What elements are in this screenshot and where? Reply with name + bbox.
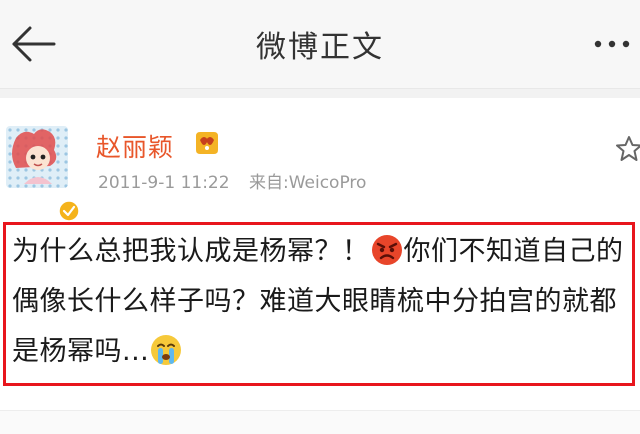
post-text-part1: 为什么总把我认成是杨幂？！	[12, 236, 370, 267]
vip-badge-icon	[196, 132, 218, 154]
author-name[interactable]: 赵丽颖	[96, 128, 174, 164]
crying-emoji-icon	[151, 334, 182, 365]
nav-bar: 微博正文	[0, 0, 640, 89]
post-footer	[0, 410, 640, 434]
page-title: 微博正文	[256, 30, 384, 65]
post-timestamp: 2011-9-1 11:22	[98, 173, 230, 193]
back-button[interactable]	[10, 24, 60, 64]
star-icon	[616, 136, 640, 161]
more-dots-icon	[594, 40, 630, 48]
post-content: 为什么总把我认成是杨幂？！ 你们不知道自己的偶像长什么样子吗？难道大眼睛梳中分拍…	[12, 227, 636, 377]
verified-badge-icon	[58, 200, 80, 222]
post-meta: 2011-9-1 11:22 来自:WeicoPro	[98, 168, 366, 193]
favorite-button[interactable]	[614, 134, 640, 164]
weibo-post: 赵丽颖 2011-9-1 11:22 来自:WeicoPro 为什么总把我认成是…	[0, 98, 640, 434]
arrow-left-icon	[12, 26, 56, 62]
avatar[interactable]	[6, 126, 80, 222]
avatar-image	[6, 126, 68, 188]
section-divider	[0, 89, 640, 98]
highlighted-content-box: 为什么总把我认成是杨幂？！ 你们不知道自己的偶像长什么样子吗？难道大眼睛梳中分拍…	[3, 222, 635, 386]
post-source[interactable]: 来自:WeicoPro	[249, 173, 366, 193]
more-button[interactable]	[590, 26, 634, 62]
angry-emoji-icon	[371, 234, 402, 265]
